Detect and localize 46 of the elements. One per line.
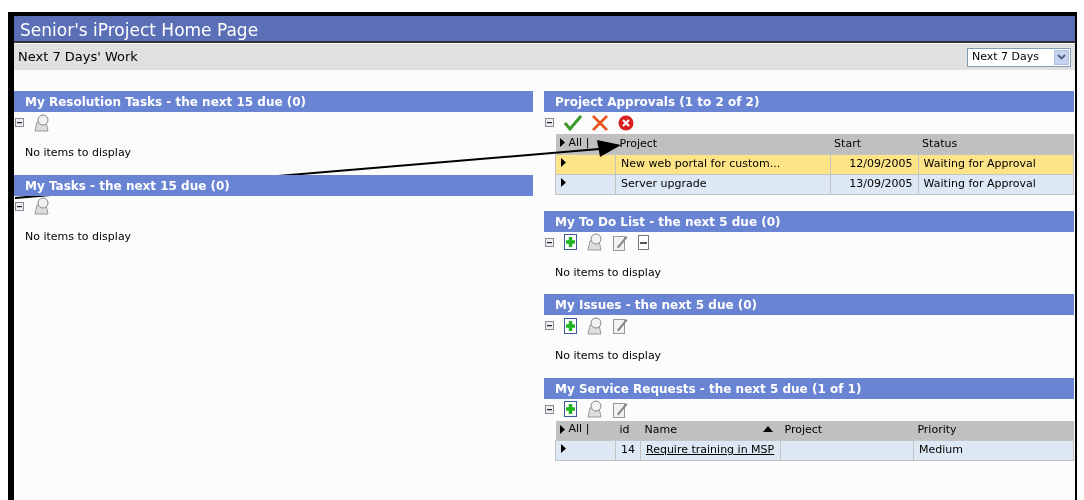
column-header[interactable]: Project	[619, 136, 658, 150]
panel-header: My Tasks - the next 15 due (0)	[14, 174, 533, 196]
empty-message: No items to display	[25, 228, 132, 245]
collapse-icon[interactable]	[545, 321, 554, 330]
collapse-icon[interactable]	[15, 118, 24, 127]
table-cell-text: 12/09/2005	[848, 155, 913, 172]
table-row[interactable]: 14 Require training in MSP Medium	[555, 440, 1074, 461]
column-header[interactable]: Project	[784, 423, 823, 436]
checkmark-icon[interactable]	[564, 114, 582, 131]
table-cell: Medium	[918, 443, 963, 457]
add-document-icon[interactable]	[564, 401, 577, 417]
column-header[interactable]: Status	[922, 136, 958, 150]
add-document-icon[interactable]	[564, 317, 577, 334]
table-cell: Waiting for Approval	[923, 176, 1036, 190]
collapse-icon[interactable]	[15, 201, 24, 211]
edit-icon[interactable]	[613, 233, 628, 251]
empty-message: No items to display	[25, 145, 132, 161]
edit-icon[interactable]	[613, 400, 628, 418]
edit-icon[interactable]	[613, 317, 628, 334]
cross-icon[interactable]	[592, 114, 608, 131]
column-header[interactable]: Name	[644, 423, 677, 436]
dropdown-icon	[1057, 54, 1066, 60]
add-document-icon[interactable]	[564, 234, 577, 250]
empty-message: No items to display	[555, 264, 662, 281]
table-cell: Server upgrade	[621, 176, 707, 190]
section-title: Next 7 Days' Work	[18, 48, 138, 67]
table-cell-text: 13/09/2005	[848, 175, 913, 192]
table-row[interactable]: New web portal for custom... 12/09/2005 Waiting for Approval	[555, 154, 1074, 174]
column-header[interactable]: Priority	[917, 423, 957, 436]
delete-document-icon[interactable]	[638, 234, 649, 250]
table-cell: Waiting for Approval	[923, 156, 1036, 170]
table-row[interactable]: Server upgrade 13/09/2005 Waiting for Approval	[555, 174, 1074, 194]
panel-header: My To Do List - the next 5 due (0)	[544, 210, 1074, 232]
collapse-icon[interactable]	[545, 404, 554, 414]
panel-header: My Service Requests - the next 5 due (1 of 1)	[544, 377, 1074, 399]
panel-header: Project Approvals (1 to 2 of 2)	[544, 91, 1074, 112]
panel-header: My Resolution Tasks - the next 15 due (0)	[14, 91, 533, 112]
cancel-icon[interactable]	[618, 114, 634, 131]
table-cell: 14	[621, 442, 635, 459]
page-title: Senior's iProject Home Page	[14, 16, 1075, 43]
collapse-icon[interactable]	[545, 118, 554, 127]
period-select[interactable]: Next 7 Days	[967, 47, 1071, 67]
table-cell: New web portal for custom...	[621, 156, 781, 170]
empty-message: No items to display	[555, 348, 662, 364]
collapse-icon[interactable]	[545, 237, 554, 247]
panel-header: My Issues - the next 5 due (0)	[544, 294, 1074, 315]
